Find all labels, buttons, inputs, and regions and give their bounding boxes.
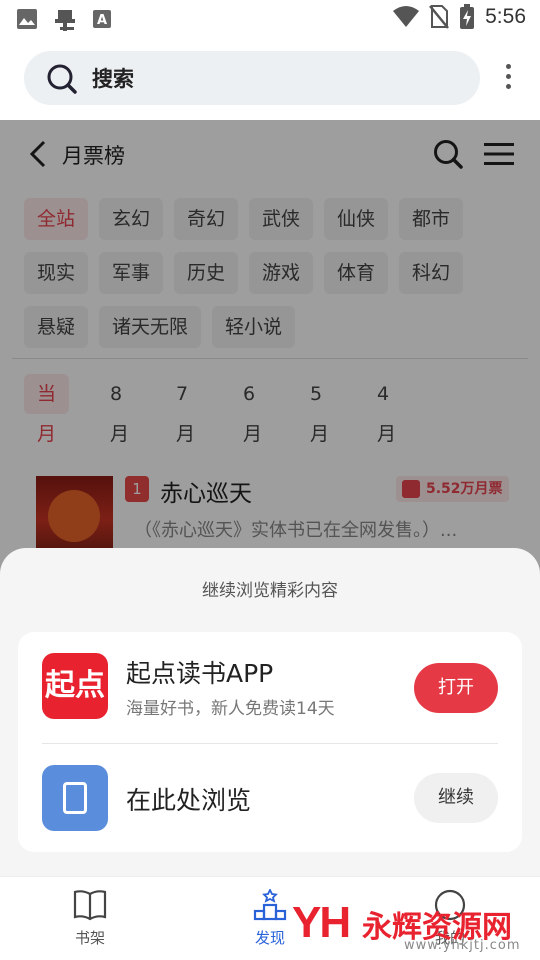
open-app-option[interactable]: 起点 起点读书APP 海量好书，新人免费读14天 打开 — [18, 632, 522, 744]
nav-bookshelf[interactable]: 书架 — [50, 889, 130, 948]
image-icon — [17, 9, 37, 29]
book-open-icon — [73, 890, 107, 921]
discover-podium-icon — [253, 887, 287, 921]
status-left-icons: A — [16, 6, 112, 32]
more-options-icon[interactable] — [499, 64, 517, 94]
watermark-logo: YH — [292, 898, 351, 947]
wifi-icon — [393, 6, 420, 27]
tablet-icon — [42, 765, 108, 831]
app-name: 起点读书APP — [126, 659, 274, 688]
search-label: 搜索 — [92, 67, 134, 91]
status-right-icons: 5:56 — [393, 4, 526, 30]
bug-icon — [55, 10, 75, 31]
search-icon — [47, 64, 77, 94]
open-app-button[interactable]: 打开 — [414, 663, 498, 713]
browse-here-label: 在此处浏览 — [126, 786, 252, 815]
status-bar: A 5:56 — [0, 0, 540, 36]
sheet-title: 继续浏览精彩内容 — [202, 581, 338, 601]
status-time: 5:56 — [485, 5, 526, 28]
battery-charging-icon — [460, 4, 475, 29]
font-a-icon: A — [93, 10, 111, 28]
browser-search-box[interactable]: 搜索 — [24, 51, 480, 105]
app-subtitle: 海量好书，新人免费读14天 — [126, 699, 335, 719]
continue-button[interactable]: 继续 — [414, 773, 498, 823]
no-sim-icon — [429, 5, 450, 29]
browse-here-option[interactable]: 在此处浏览 继续 — [18, 744, 522, 852]
nav-bookshelf-label: 书架 — [74, 929, 105, 947]
browser-bar: 搜索 — [0, 36, 540, 120]
watermark-url: www.yhkjtj.com — [404, 938, 521, 953]
qidian-app-icon: 起点 — [42, 653, 108, 719]
sheet-options-card: 起点 起点读书APP 海量好书，新人免费读14天 打开 在此处浏览 继续 — [18, 632, 522, 852]
svg-text:A: A — [97, 13, 107, 28]
